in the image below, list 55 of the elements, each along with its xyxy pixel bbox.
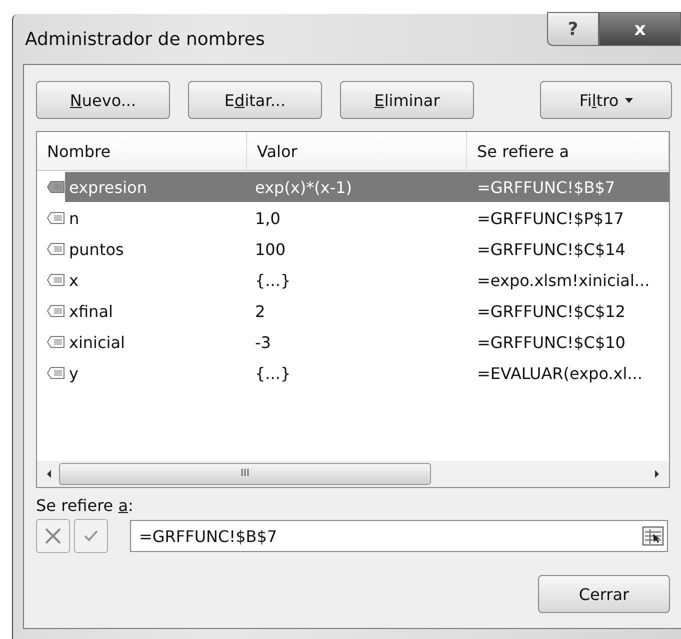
- table-cell-text: =expo.xlsm!xinicial...: [476, 270, 651, 290]
- scrollbar-thumb[interactable]: III: [59, 463, 431, 485]
- table-cell-text: =EVALUAR(expo.xl...: [476, 364, 644, 382]
- toolbar-button[interactable]: Nuevo...: [36, 81, 170, 119]
- name-row[interactable]: x {...} =expo.xlsm!xinicial...: [37, 265, 669, 295]
- confirm-button[interactable]: [74, 519, 108, 553]
- table-cell-text: {...}: [254, 364, 292, 382]
- name-row[interactable]: puntos 100 =GRFFUNC!$C$14: [37, 234, 669, 264]
- horizontal-scrollbar[interactable]: III: [37, 461, 669, 487]
- name-tag-icon: [47, 336, 65, 348]
- check-icon: [84, 530, 98, 542]
- close-button[interactable]: x: [599, 12, 681, 46]
- table-cell-text: =GRFFUNC!$C$10: [476, 332, 626, 352]
- name-tag-icon: [47, 274, 65, 286]
- name-row[interactable]: xinicial -3 =GRFFUNC!$C$10: [37, 327, 669, 357]
- table-cell: y: [69, 364, 78, 382]
- filter-button[interactable]: Filtro: [540, 81, 672, 119]
- close-dialog-button[interactable]: Cerrar: [538, 575, 670, 613]
- caret-icon: [624, 98, 633, 102]
- refers-to-label: Se refiere a:: [36, 496, 134, 515]
- table-cell: expresion: [69, 178, 147, 196]
- table-cell-text: 1,0: [254, 208, 282, 228]
- name-row[interactable]: xfinal 2 =GRFFUNC!$C$12: [37, 296, 669, 326]
- name-tag-icon: [47, 305, 65, 317]
- column-header[interactable]: Se refiere a: [467, 132, 669, 171]
- cross-icon: [44, 527, 62, 545]
- column-header[interactable]: Valor: [247, 132, 467, 171]
- table-cell-text: =GRFFUNC!$C$12: [476, 302, 626, 320]
- table-cell-text: 100: [254, 240, 287, 258]
- table-cell: n: [69, 208, 80, 228]
- name-tag-icon: [47, 181, 65, 193]
- window-title: Administrador de nombres: [25, 28, 265, 50]
- cancel-button[interactable]: [36, 519, 70, 553]
- table-cell-text: {...}: [254, 270, 292, 290]
- table-cell-text: -3: [254, 332, 272, 352]
- range-picker-icon[interactable]: [642, 526, 664, 546]
- table-cell: xfinal: [69, 302, 113, 320]
- name-row[interactable]: y {...} =EVALUAR(expo.xl...: [37, 358, 669, 388]
- table-cell: xinicial: [69, 332, 125, 352]
- scroll-right-icon[interactable]: [653, 469, 661, 479]
- column-header[interactable]: Nombre: [37, 132, 247, 171]
- name-tag-icon: [47, 212, 65, 224]
- table-cell-text: =GRFFUNC!$C$14: [476, 240, 626, 258]
- table-cell-text: 2: [254, 302, 266, 320]
- table-cell: puntos: [69, 240, 124, 258]
- scroll-left-icon[interactable]: [45, 469, 53, 479]
- name-row[interactable]: n 1,0 =GRFFUNC!$P$17: [37, 203, 669, 233]
- name-tag-icon: [47, 367, 65, 379]
- table-cell-text: =GRFFUNC!$P$17: [476, 208, 625, 228]
- table-cell: x: [69, 270, 78, 290]
- help-button[interactable]: ?: [547, 12, 599, 46]
- name-tag-icon: [47, 243, 65, 255]
- toolbar-button[interactable]: Eliminar: [340, 81, 474, 119]
- toolbar-button[interactable]: Editar...: [188, 81, 322, 119]
- refers-to-field[interactable]: =GRFFUNC!$B$7: [130, 520, 668, 552]
